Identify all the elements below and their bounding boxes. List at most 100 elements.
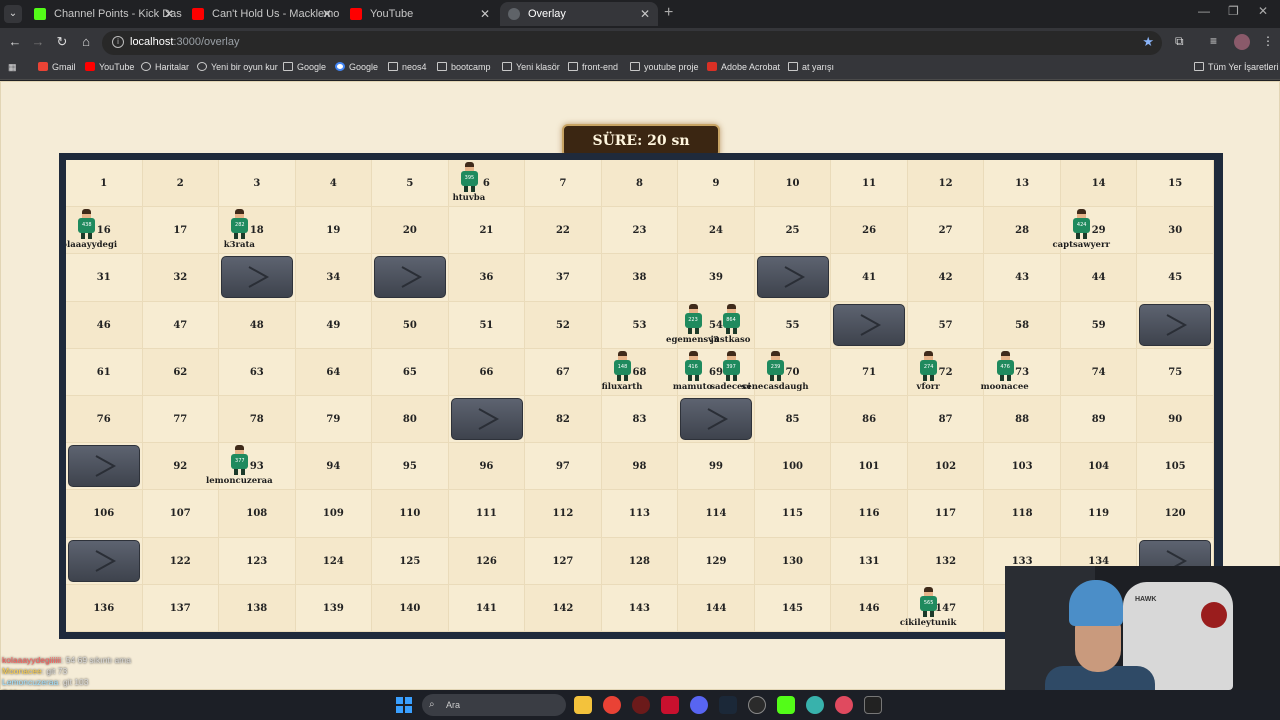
apps-grid-icon[interactable]: ▦ xyxy=(8,62,17,73)
close-icon[interactable]: ✕ xyxy=(164,2,174,26)
obs-icon[interactable] xyxy=(748,696,766,714)
bookmark-youtube-proje[interactable]: youtube proje xyxy=(630,62,699,72)
tab-search-icon[interactable]: ⌄ xyxy=(4,5,22,23)
board-cell: 22 xyxy=(525,207,602,255)
board-cell: 7 xyxy=(525,160,602,208)
player-name: lemoncuzeraa xyxy=(206,476,273,487)
board-cell: 90 xyxy=(1137,396,1214,444)
restore-icon[interactable]: ❐ xyxy=(1228,4,1239,18)
reload-icon[interactable]: ↻ xyxy=(53,34,71,50)
board-cell: 140 xyxy=(372,584,449,632)
player-token: 148 xyxy=(612,350,632,381)
media-control-icon[interactable]: ≡ xyxy=(1210,34,1217,48)
bookmark-new-folder[interactable]: Yeni klasör xyxy=(502,62,560,72)
arrow-tile-icon xyxy=(756,256,829,299)
board-cell: 137 xyxy=(142,584,220,632)
board-cell: 110 xyxy=(372,490,449,538)
board-cell: 130 xyxy=(754,537,832,585)
app-icon[interactable] xyxy=(835,696,853,714)
board-cell: 64 xyxy=(295,348,373,396)
bookmark-google[interactable]: Google xyxy=(335,62,378,72)
new-tab-button[interactable]: + xyxy=(664,4,673,22)
board-cell: 10 xyxy=(754,160,832,208)
game-board: 1 2 3 4 5 6 7 8 9 10 11 12 13 14 15 16 17 18 19 20 21 22 23 24 2… xyxy=(66,160,1214,632)
bookmark-front-end[interactable]: front-end xyxy=(568,62,618,72)
board-cell: 51 xyxy=(448,301,526,349)
bookmark-at-yarisi[interactable]: at yarışı xyxy=(788,62,834,72)
tab-youtube[interactable]: YouTube ✕ xyxy=(342,2,498,26)
board-cell: 1 xyxy=(66,160,143,208)
player-name: captsawyerr xyxy=(1052,240,1110,251)
board-cell xyxy=(678,396,755,444)
board-cell: 103 xyxy=(984,443,1061,491)
google-icon xyxy=(335,62,345,71)
bookmark-new-game[interactable]: Yeni bir oyun kur xyxy=(197,62,278,72)
board-cell: 19 xyxy=(295,207,373,255)
board-cell: 36 xyxy=(448,254,526,302)
address-bar[interactable]: i localhost:3000/overlay ★ xyxy=(102,31,1162,55)
close-icon[interactable]: ✕ xyxy=(640,2,650,26)
board-cell: 67 xyxy=(525,348,602,396)
close-icon[interactable]: ✕ xyxy=(322,2,332,26)
steam-icon[interactable] xyxy=(719,696,737,714)
bookmark-google-folder[interactable]: Google xyxy=(283,62,326,72)
kebab-menu-icon[interactable]: ⋮ xyxy=(1262,34,1274,48)
site-info-icon[interactable]: i xyxy=(112,36,124,48)
bookmark-all[interactable]: Tüm Yer İşaretleri xyxy=(1194,62,1279,72)
board-cell: 43 xyxy=(984,254,1061,302)
windows-taskbar: ⌕ Ara xyxy=(0,690,1280,720)
desktop-screen: ⌄ Channel Points - Kick Dashboar ✕ Can't… xyxy=(0,0,1280,720)
chrome-icon[interactable] xyxy=(603,696,621,714)
tab-overlay[interactable]: Overlay ✕ xyxy=(500,2,658,26)
back-arrow-icon[interactable]: ← xyxy=(6,34,24,49)
app-icon[interactable] xyxy=(661,696,679,714)
bookmark-gmail[interactable]: Gmail xyxy=(38,62,76,72)
bookmark-bootcamp[interactable]: bootcamp xyxy=(437,62,491,72)
extensions-icon[interactable]: ⧉ xyxy=(1175,34,1184,49)
board-cell: 120 xyxy=(1137,490,1214,538)
file-explorer-icon[interactable] xyxy=(574,696,592,714)
board-cell: 116 xyxy=(831,490,908,538)
player-name: k3rata xyxy=(223,240,255,251)
board-cell: 57 xyxy=(907,301,985,349)
board-cell xyxy=(754,254,832,302)
board-cell xyxy=(831,301,908,349)
bookmark-adobe-acrobat[interactable]: Adobe Acrobat xyxy=(707,62,780,72)
board-cell: 45 xyxy=(1137,254,1214,302)
profile-avatar[interactable] xyxy=(1234,34,1250,50)
home-icon[interactable]: ⌂ xyxy=(77,34,95,49)
board-cell: 3 xyxy=(219,160,296,208)
board-cell: 34 xyxy=(295,254,373,302)
app-icon[interactable] xyxy=(632,696,650,714)
taskbar-search[interactable]: ⌕ Ara xyxy=(422,694,566,716)
bookmark-neos4[interactable]: neos4 xyxy=(388,62,427,72)
youtube-icon xyxy=(192,8,204,20)
bookmark-maps[interactable]: Haritalar xyxy=(141,62,189,72)
minimize-icon[interactable]: — xyxy=(1198,4,1210,18)
forward-arrow-icon[interactable]: → xyxy=(29,34,47,49)
window-close-icon[interactable]: ✕ xyxy=(1258,4,1268,18)
kick-icon[interactable] xyxy=(777,696,795,714)
board-cell: 141 xyxy=(448,584,526,632)
arrow-tile-icon xyxy=(1139,303,1212,346)
globe-icon xyxy=(197,62,207,71)
kick-icon xyxy=(34,8,46,20)
gmail-icon xyxy=(38,62,48,71)
close-icon[interactable]: ✕ xyxy=(480,2,490,26)
terminal-icon[interactable] xyxy=(864,696,882,714)
board-cell: 112 xyxy=(525,490,602,538)
tab-kick-dashboard[interactable]: Channel Points - Kick Dashboar ✕ xyxy=(26,2,182,26)
bookmark-star-icon[interactable]: ★ xyxy=(1142,34,1154,50)
player-name: moonacee xyxy=(980,381,1029,392)
board-cell: 138 xyxy=(219,584,296,632)
windows-start-icon[interactable] xyxy=(396,697,412,713)
bookmark-youtube[interactable]: YouTube xyxy=(85,62,134,72)
app-icon[interactable] xyxy=(806,696,824,714)
player-token: 274 xyxy=(918,350,938,381)
board-cell: 131 xyxy=(831,537,908,585)
tab-youtube-song[interactable]: Can't Hold Us - Macklemore ✕ xyxy=(184,2,340,26)
board-cell: 41 xyxy=(831,254,908,302)
discord-icon[interactable] xyxy=(690,696,708,714)
board-cell xyxy=(66,443,143,491)
player-token: 397 xyxy=(721,350,741,381)
